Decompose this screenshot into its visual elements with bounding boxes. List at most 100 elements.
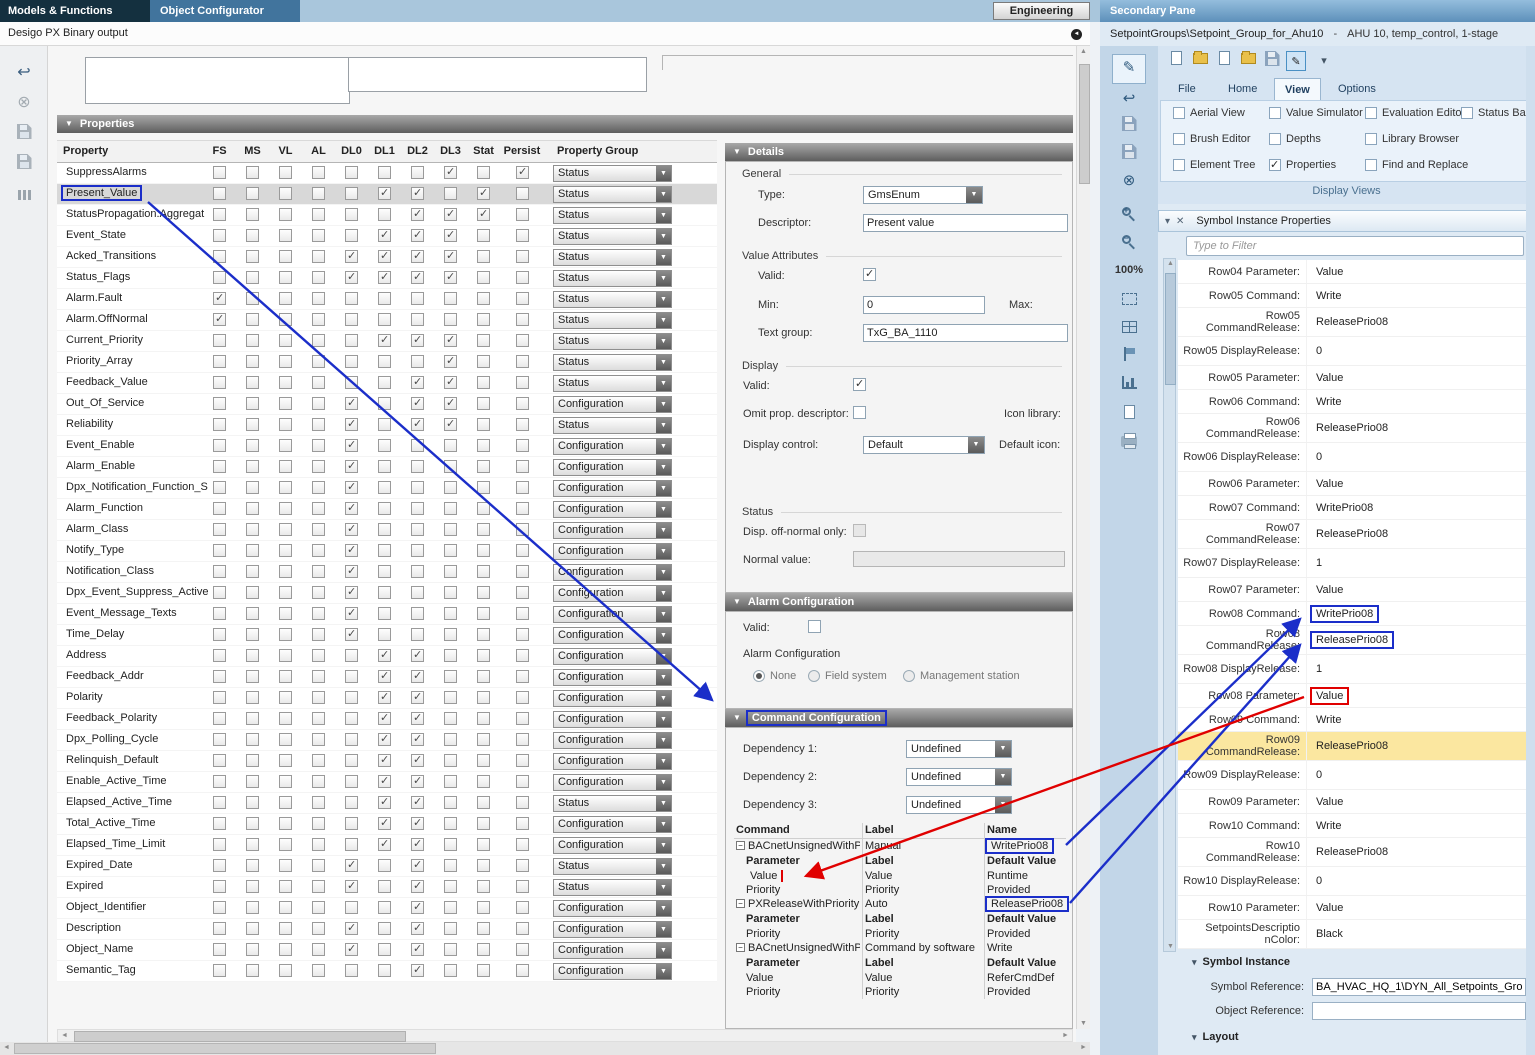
property-flag-checkbox[interactable]: [312, 208, 325, 221]
tab-object-configurator[interactable]: Object Configurator: [150, 0, 300, 22]
property-group-select[interactable]: Status▼: [553, 417, 672, 434]
min-input[interactable]: [863, 296, 985, 314]
checkbox-icon[interactable]: [1269, 133, 1281, 145]
property-flag-checkbox[interactable]: [378, 565, 391, 578]
property-flag-checkbox[interactable]: [378, 607, 391, 620]
grid-row[interactable]: Row08 DisplayRelease:1: [1178, 655, 1526, 684]
property-flag-checkbox[interactable]: [345, 418, 358, 431]
property-flag-checkbox[interactable]: [246, 439, 259, 452]
property-flag-checkbox[interactable]: [246, 376, 259, 389]
grid-row[interactable]: Row05 DisplayRelease:0: [1178, 337, 1526, 366]
command-table-row[interactable]: ParameterLabelDefault Value: [734, 854, 1066, 869]
collapse-icon[interactable]: ▾: [1165, 216, 1170, 227]
property-flag-checkbox[interactable]: [312, 439, 325, 452]
grid-row[interactable]: Row06 DisplayRelease:0: [1178, 443, 1526, 472]
property-flag-checkbox[interactable]: [378, 733, 391, 746]
property-flag-checkbox[interactable]: [477, 355, 490, 368]
property-flag-checkbox[interactable]: [246, 544, 259, 557]
details-section-header[interactable]: ▼Details: [725, 143, 1073, 161]
property-flag-checkbox[interactable]: [213, 208, 226, 221]
symbol-instance-section-header[interactable]: ▾Symbol Instance: [1192, 956, 1290, 968]
property-flag-checkbox[interactable]: [213, 712, 226, 725]
property-flag-checkbox[interactable]: [246, 796, 259, 809]
property-flag-checkbox[interactable]: [279, 271, 292, 284]
property-flag-checkbox[interactable]: [279, 523, 292, 536]
property-flag-checkbox[interactable]: [411, 943, 424, 956]
property-flag-checkbox[interactable]: [411, 691, 424, 704]
property-flag-checkbox[interactable]: [213, 565, 226, 578]
property-flag-checkbox[interactable]: [444, 796, 457, 809]
property-flag-checkbox[interactable]: [345, 313, 358, 326]
property-flag-checkbox[interactable]: [516, 355, 529, 368]
property-flag-checkbox[interactable]: [477, 523, 490, 536]
property-flag-checkbox[interactable]: [444, 355, 457, 368]
property-flag-checkbox[interactable]: [516, 691, 529, 704]
property-flag-checkbox[interactable]: [477, 250, 490, 263]
property-flag-checkbox[interactable]: [477, 460, 490, 473]
property-flag-checkbox[interactable]: [516, 418, 529, 431]
property-flag-checkbox[interactable]: [378, 481, 391, 494]
property-flag-checkbox[interactable]: [411, 565, 424, 578]
property-group-select[interactable]: Status▼: [553, 291, 672, 308]
property-flag-checkbox[interactable]: [477, 754, 490, 767]
property-flag-checkbox[interactable]: [213, 775, 226, 788]
command-table-row[interactable]: PriorityPriorityProvided: [734, 985, 1066, 999]
print-icon[interactable]: [1116, 432, 1142, 454]
property-flag-checkbox[interactable]: [213, 544, 226, 557]
property-flag-checkbox[interactable]: [477, 649, 490, 662]
grid-row[interactable]: Row10 Parameter:Value: [1178, 896, 1526, 920]
property-flag-checkbox[interactable]: [378, 166, 391, 179]
property-flag-checkbox[interactable]: [279, 649, 292, 662]
property-flag-checkbox[interactable]: [345, 271, 358, 284]
property-flag-checkbox[interactable]: [213, 859, 226, 872]
property-flag-checkbox[interactable]: [345, 229, 358, 242]
property-row[interactable]: Dpx_Event_Suppress_ActiveConfiguration▼: [57, 583, 717, 604]
property-flag-checkbox[interactable]: [246, 607, 259, 620]
command-table-row[interactable]: ValueValueRuntime: [734, 869, 1066, 883]
ribbon-checkbox-item[interactable]: Value Simulator: [1269, 107, 1363, 119]
property-flag-checkbox[interactable]: [345, 523, 358, 536]
property-flag-checkbox[interactable]: [477, 229, 490, 242]
property-flag-checkbox[interactable]: [213, 691, 226, 704]
property-flag-checkbox[interactable]: [378, 859, 391, 872]
property-flag-checkbox[interactable]: [516, 922, 529, 935]
property-flag-checkbox[interactable]: [312, 502, 325, 515]
property-group-select[interactable]: Configuration▼: [553, 564, 672, 581]
grid-row[interactable]: Row10 DisplayRelease:0: [1178, 867, 1526, 896]
property-flag-checkbox[interactable]: [378, 796, 391, 809]
tab-home[interactable]: Home: [1218, 78, 1267, 100]
property-row[interactable]: StatusPropagation.AggregatStatus▼: [57, 205, 717, 226]
property-flag-checkbox[interactable]: [378, 334, 391, 347]
property-flag-checkbox[interactable]: [345, 796, 358, 809]
property-flag-checkbox[interactable]: [312, 880, 325, 893]
property-flag-checkbox[interactable]: [378, 187, 391, 200]
property-row[interactable]: Priority_ArrayStatus▼: [57, 352, 717, 373]
property-flag-checkbox[interactable]: [279, 397, 292, 410]
zoom-level[interactable]: 100%: [1110, 264, 1148, 276]
property-flag-checkbox[interactable]: [246, 670, 259, 683]
property-flag-checkbox[interactable]: [378, 208, 391, 221]
property-flag-checkbox[interactable]: [345, 901, 358, 914]
property-flag-checkbox[interactable]: [279, 817, 292, 830]
property-flag-checkbox[interactable]: [378, 544, 391, 557]
checkbox-icon[interactable]: [1173, 107, 1185, 119]
property-flag-checkbox[interactable]: [213, 334, 226, 347]
property-flag-checkbox[interactable]: [279, 964, 292, 977]
property-row[interactable]: Dpx_Notification_Function_SConfiguration…: [57, 478, 717, 499]
property-group-select[interactable]: Configuration▼: [553, 501, 672, 518]
property-flag-checkbox[interactable]: [444, 922, 457, 935]
command-table-row[interactable]: ParameterLabelDefault Value: [734, 956, 1066, 971]
property-flag-checkbox[interactable]: [312, 838, 325, 851]
property-flag-checkbox[interactable]: [312, 565, 325, 578]
property-row[interactable]: Feedback_AddrConfiguration▼: [57, 667, 717, 688]
property-flag-checkbox[interactable]: [444, 418, 457, 431]
property-group-select[interactable]: Status▼: [553, 207, 672, 224]
property-group-select[interactable]: Status▼: [553, 879, 672, 896]
scroll-down-icon[interactable]: ▼: [1077, 1020, 1090, 1027]
command-table-row[interactable]: −BACnetUnsignedWithPrCommand by software…: [734, 941, 1066, 956]
property-group-select[interactable]: Status▼: [553, 165, 672, 182]
property-row[interactable]: Acked_TransitionsStatus▼: [57, 247, 717, 268]
property-group-select[interactable]: Configuration▼: [553, 753, 672, 770]
property-group-select[interactable]: Configuration▼: [553, 480, 672, 497]
property-row[interactable]: Total_Active_TimeConfiguration▼: [57, 814, 717, 835]
